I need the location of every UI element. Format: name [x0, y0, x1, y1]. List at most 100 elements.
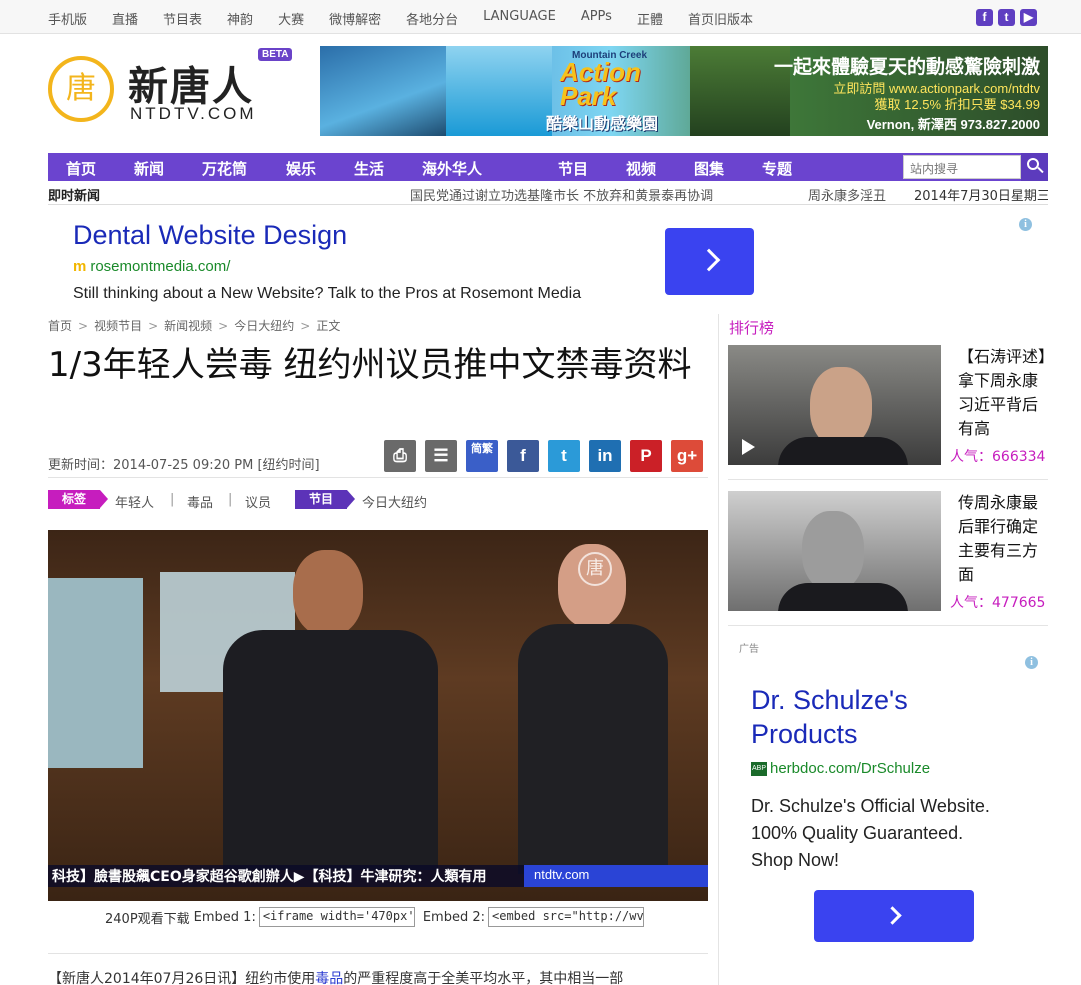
search-button[interactable]	[1021, 153, 1048, 181]
ranking-thumbnail[interactable]	[728, 491, 941, 611]
article-headline: 1/3年轻人尝毒 纽约州议员推中文禁毒资料	[48, 345, 692, 385]
ranking-item-title[interactable]: 传周永康最后罪行确定 主要有三方面	[958, 491, 1050, 587]
sidebar-text-ad[interactable]: i Dr. Schulze's Products ABP herbdoc.com/…	[728, 655, 1048, 955]
lead-keyword-link[interactable]: 毒品	[315, 971, 343, 985]
nav-item-topics[interactable]: 专题	[762, 158, 792, 179]
twitter-icon[interactable]: t	[548, 440, 580, 472]
ticker-headline[interactable]: 周永康多淫丑	[808, 185, 890, 204]
embed2-label: Embed 2:	[422, 909, 485, 925]
ad-title-link[interactable]: Dental Website Design	[73, 220, 347, 251]
banner-photo-rafting	[320, 46, 446, 136]
ranking-item[interactable]: 传周永康最后罪行确定 主要有三方面 人气：477665	[728, 491, 1048, 615]
breadcrumb-news-video[interactable]: 新闻视频	[164, 319, 212, 333]
youtube-icon[interactable]: ▶	[1020, 9, 1037, 26]
download-link[interactable]: 240P观看下载	[105, 908, 190, 927]
banner-ad[interactable]: Mountain Creek Action Park 酷樂山動感樂園 一起來體驗…	[320, 46, 1048, 136]
top-link-traditional[interactable]: 正體	[637, 9, 663, 28]
top-link-language[interactable]: LANGUAGE	[483, 9, 556, 28]
nav-item-entertainment[interactable]: 娱乐	[286, 158, 316, 179]
divider	[48, 477, 708, 478]
sidebar-divider	[718, 314, 719, 985]
banner-line-discount: 獲取 12.5% 折扣只要 $34.99	[874, 97, 1040, 112]
top-link-stations[interactable]: 各地分台	[406, 9, 458, 28]
nav-item-life[interactable]: 生活	[354, 158, 384, 179]
googleplus-icon[interactable]: g+	[671, 440, 703, 472]
breadcrumb-separator: >	[78, 319, 89, 333]
search-input[interactable]: 站内搜寻	[903, 155, 1021, 179]
top-link-weibo[interactable]: 微博解密	[329, 9, 381, 28]
top-link-live[interactable]: 直播	[112, 9, 138, 28]
tag-link[interactable]: 议员	[245, 492, 271, 511]
top-link-mobile[interactable]: 手机版	[48, 9, 87, 28]
site-logo[interactable]: 唐 新唐人 NTDTV.COM BETA	[48, 46, 298, 126]
lead-text: 【新唐人2014年07月26日讯】纽约市使用	[48, 971, 316, 985]
logo-english-name: NTDTV.COM	[130, 104, 257, 123]
embed1-field[interactable]: <iframe width='470px'	[258, 907, 415, 927]
ranking-thumbnail[interactable]	[728, 345, 941, 465]
breadcrumb-video-programs[interactable]: 视频节目	[94, 319, 142, 333]
facebook-icon[interactable]: f	[507, 440, 539, 472]
nav-item-home[interactable]: 首页	[66, 158, 96, 179]
ad-url[interactable]: ABP herbdoc.com/DrSchulze	[751, 760, 930, 777]
breadcrumb-home[interactable]: 首页	[48, 319, 72, 333]
top-link-schedule[interactable]: 节目表	[163, 9, 202, 28]
article-timestamp: 更新时间：2014-07-25 09:20 PM [纽约时间]	[48, 458, 320, 473]
ranking-item[interactable]: 【石涛评述】拿下周永康 习近平背后有高 人气：666334	[728, 345, 1048, 469]
program-badge: 节目	[295, 490, 356, 509]
pinterest-icon[interactable]: P	[630, 440, 662, 472]
breadcrumb: 首页 > 视频节目 > 新闻视频 > 今日大纽约 > 正文	[48, 317, 340, 334]
banner-photo-waterslide	[446, 46, 552, 136]
abp-favicon-icon: ABP	[751, 762, 767, 777]
breadcrumb-separator: >	[148, 319, 159, 333]
tag-link[interactable]: 毒品	[187, 492, 213, 511]
nav-item-gallery[interactable]: 图集	[694, 158, 724, 179]
play-icon	[742, 439, 755, 455]
tag-separator: |	[170, 492, 175, 507]
beta-badge: BETA	[258, 48, 293, 61]
adchoices-info-icon[interactable]: i	[1025, 656, 1038, 669]
video-player[interactable]: 唐 科技】臉書股飆CEO身家超谷歌創辦人▶【科技】牛津研究：人類有用 ntdtv…	[48, 530, 708, 901]
nav-item-kaleidoscope[interactable]: 万花筒	[202, 158, 247, 179]
top-link-old-version[interactable]: 首页旧版本	[688, 9, 753, 28]
top-link-apps[interactable]: APPs	[581, 9, 612, 28]
ad-url[interactable]: m rosemontmedia.com/	[73, 258, 230, 275]
ad-go-button[interactable]	[814, 890, 974, 942]
breadcrumb-separator: >	[218, 319, 229, 333]
lead-text: 的严重程度高于全美平均水平，其中相当一部	[343, 971, 624, 985]
ad-go-button[interactable]	[665, 228, 754, 295]
nav-item-programs[interactable]: 节目	[558, 158, 588, 179]
facebook-icon[interactable]: f	[976, 9, 993, 26]
top-link-shenyun[interactable]: 神韵	[227, 9, 253, 28]
ad-title-link[interactable]: Dr. Schulze's Products	[751, 683, 981, 751]
ad-url-text: herbdoc.com/DrSchulze	[770, 760, 931, 777]
current-date: 2014年7月30日星期三	[914, 189, 1048, 204]
twitter-icon[interactable]: t	[998, 9, 1015, 26]
video-brand: ntdtv.com	[524, 865, 708, 887]
ranking-item-title[interactable]: 【石涛评述】拿下周永康 习近平背后有高	[958, 345, 1050, 441]
ticker-headline[interactable]: 国民党通过谢立功选基隆市长 不放弃和黄景泰再协调	[410, 185, 713, 204]
nav-item-video[interactable]: 视频	[626, 158, 656, 179]
top-utility-bar: 手机版 直播 节目表 神韵 大赛 微博解密 各地分台 LANGUAGE APPs…	[0, 0, 1081, 34]
nav-item-news[interactable]: 新闻	[134, 158, 164, 179]
news-ticker: 即时新闻 国民党通过谢立功选基隆市长 不放弃和黄景泰再协调 周永康多淫丑 201…	[48, 183, 1048, 205]
simplified-traditional-icon[interactable]: 简繁	[466, 440, 498, 472]
adchoices-info-icon[interactable]: i	[1019, 218, 1032, 231]
banner-brand-logo: Action Park	[560, 57, 641, 111]
print-icon[interactable]: ⎙	[384, 440, 416, 472]
ntdtv-watermark-icon: 唐	[578, 552, 612, 586]
tag-link[interactable]: 年轻人	[115, 492, 154, 511]
main-nav: 首页 新闻 万花筒 娱乐 生活 海外华人 节目 视频 图集 专题 站内搜寻	[48, 153, 1048, 181]
embed2-field[interactable]: <embed src="http://wv	[488, 907, 644, 927]
linkedin-icon[interactable]: in	[589, 440, 621, 472]
video-person-left	[223, 550, 438, 870]
top-link-competition[interactable]: 大赛	[278, 9, 304, 28]
nav-item-overseas-chinese[interactable]: 海外华人	[422, 158, 482, 179]
text-ad-top[interactable]: Dental Website Design m rosemontmedia.com…	[48, 210, 1048, 310]
divider	[728, 479, 1048, 480]
breadcrumb-separator: >	[300, 319, 311, 333]
comment-icon[interactable]: ☰	[425, 440, 457, 472]
banner-line-address: Vernon, 新澤西 973.827.2000	[866, 117, 1040, 132]
background-poster	[48, 578, 143, 768]
breadcrumb-today-ny[interactable]: 今日大纽约	[234, 319, 294, 333]
program-link[interactable]: 今日大纽约	[362, 492, 427, 511]
